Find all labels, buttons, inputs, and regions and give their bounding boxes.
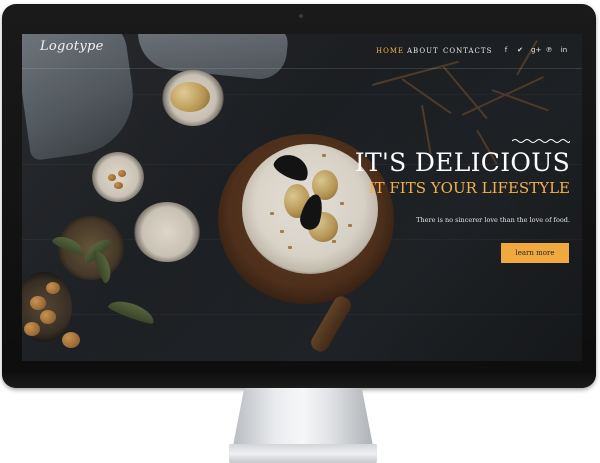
nav-item-home[interactable]: HOME	[376, 47, 404, 55]
nav-item-about[interactable]: ABOUT	[407, 47, 439, 55]
hero-title: IT'S DELICIOUS	[354, 148, 570, 177]
logo[interactable]: Logotype	[40, 39, 104, 54]
website-screen: Logotype HOME ABOUT CONTACTS f ✔ g+ ℗ in…	[22, 34, 582, 361]
monitor-frame: Logotype HOME ABOUT CONTACTS f ✔ g+ ℗ in…	[2, 4, 596, 388]
linkedin-icon[interactable]: in	[560, 46, 568, 54]
monitor-stand-base	[229, 444, 377, 463]
hero-background-image	[22, 34, 582, 361]
google-plus-icon[interactable]: g+	[531, 46, 541, 54]
top-navigation: Logotype HOME ABOUT CONTACTS f ✔ g+ ℗ in	[22, 34, 582, 69]
monitor-chin	[2, 370, 596, 388]
learn-more-button[interactable]: learn more	[501, 243, 569, 263]
hero-quote: There is no sincerer love than the love …	[416, 216, 570, 224]
twitter-icon[interactable]: ✔	[516, 46, 524, 54]
nav-item-contacts[interactable]: CONTACTS	[443, 47, 492, 55]
pinterest-icon[interactable]: ℗	[545, 46, 553, 54]
facebook-icon[interactable]: f	[502, 46, 510, 54]
hero-subtitle: IT FITS YOUR LIFESTYLE	[368, 179, 570, 197]
camera-dot	[299, 14, 303, 18]
monitor-stand-neck	[233, 388, 373, 446]
wave-divider-icon	[512, 139, 570, 143]
